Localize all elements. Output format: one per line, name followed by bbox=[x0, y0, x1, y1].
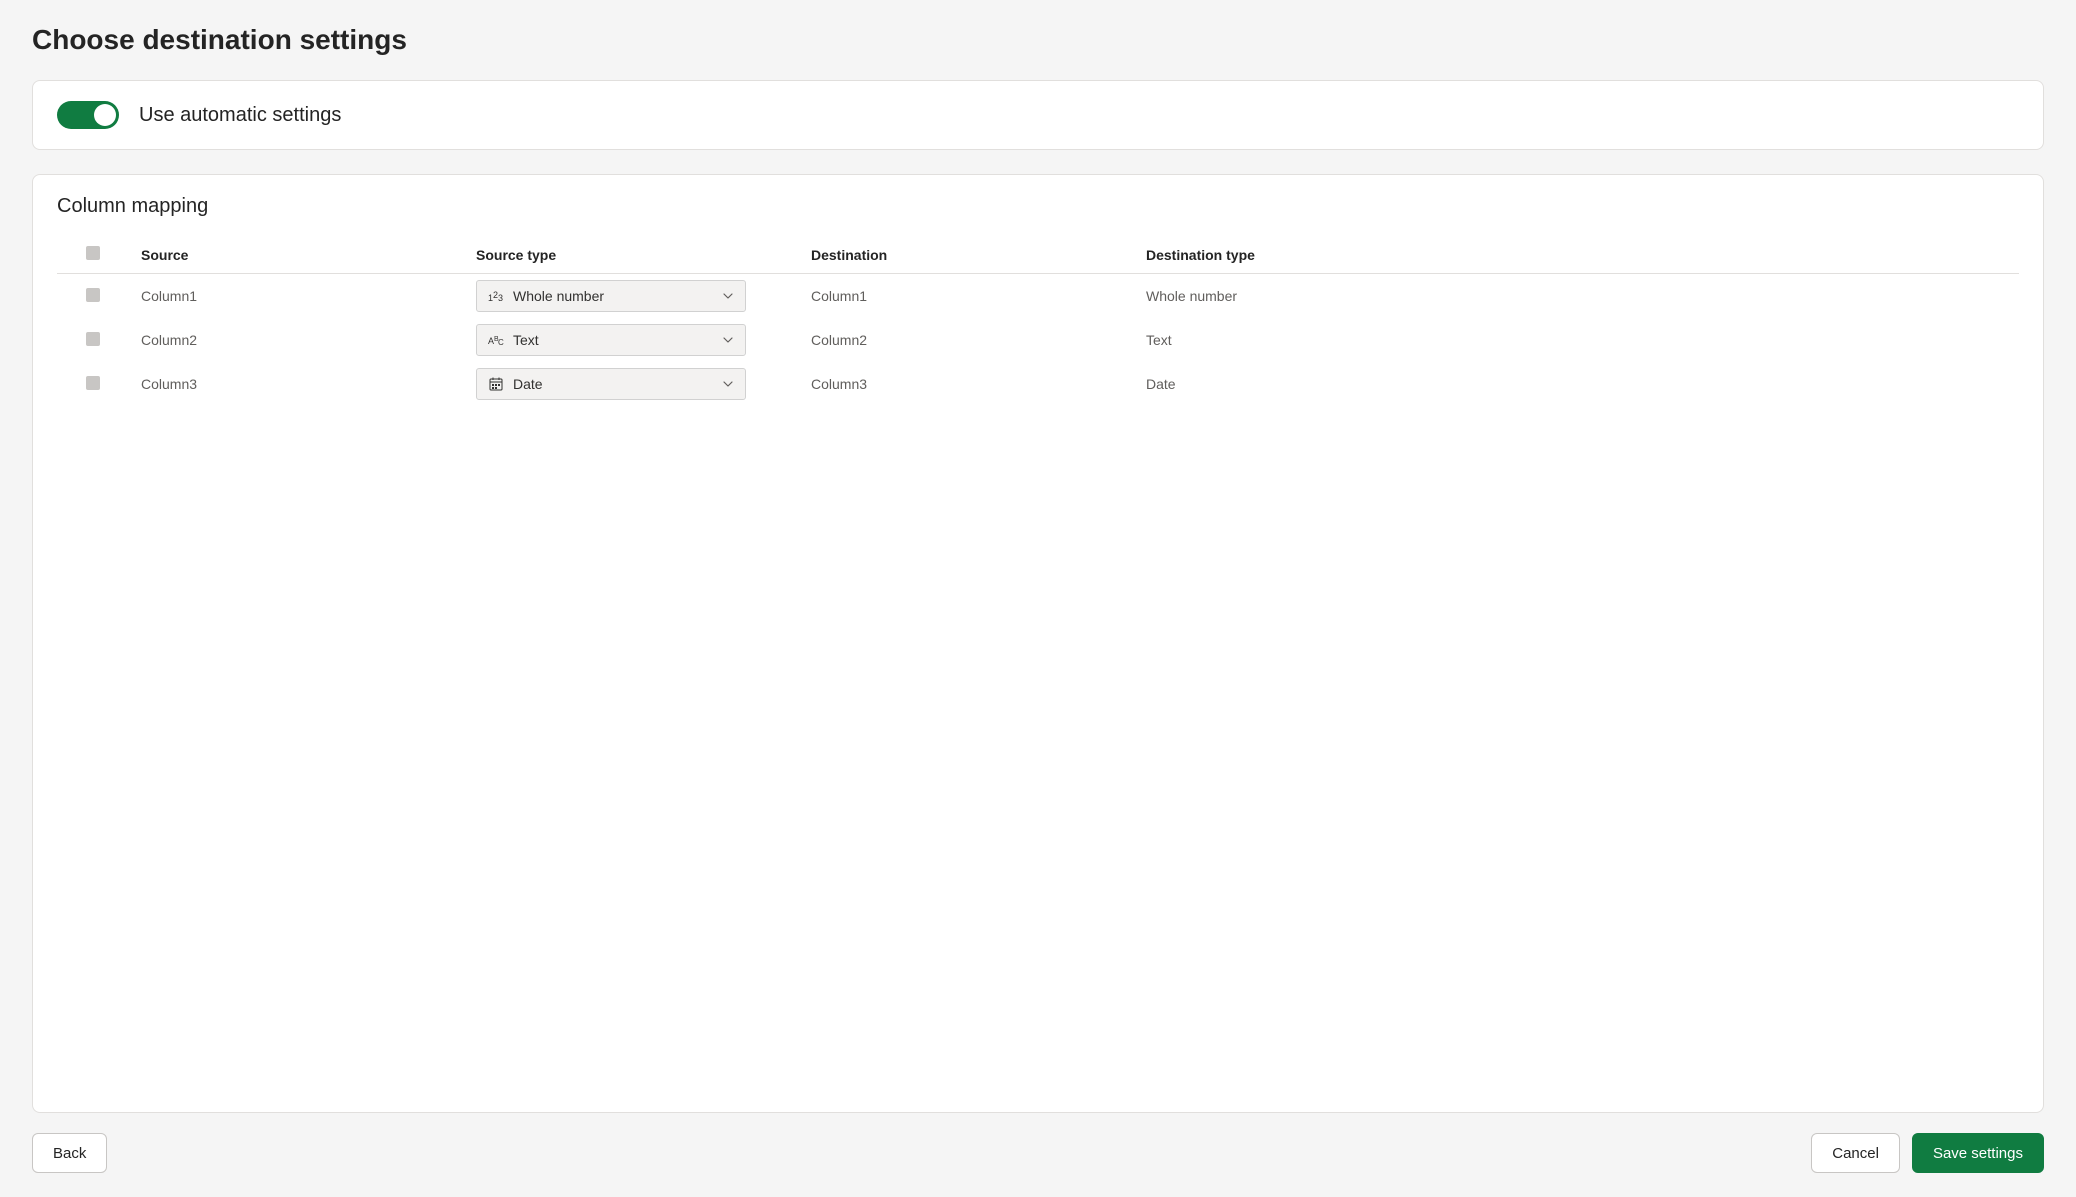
source-cell: Column2 bbox=[129, 318, 464, 362]
chevron-down-icon bbox=[721, 289, 735, 303]
source-type-label: Date bbox=[513, 376, 713, 392]
chevron-down-icon bbox=[721, 333, 735, 347]
table-row: Column2 A B C Text bbox=[57, 318, 2019, 362]
number-icon: 1 2 3 bbox=[487, 287, 505, 305]
destination-type-cell: Whole number bbox=[1134, 274, 2019, 319]
row-checkbox[interactable] bbox=[86, 376, 100, 390]
chevron-down-icon bbox=[721, 377, 735, 391]
select-all-checkbox[interactable] bbox=[86, 246, 100, 260]
row-checkbox[interactable] bbox=[86, 332, 100, 346]
footer-bar: Back Cancel Save settings bbox=[32, 1133, 2044, 1173]
destination-type-cell: Text bbox=[1134, 318, 2019, 362]
table-row: Column3 bbox=[57, 362, 2019, 406]
page-title: Choose destination settings bbox=[32, 24, 2044, 56]
column-mapping-card: Column mapping Source Source type Destin… bbox=[32, 174, 2044, 1113]
destination-cell: Column3 bbox=[799, 362, 1134, 406]
header-checkbox-cell bbox=[57, 236, 129, 274]
column-mapping-table: Source Source type Destination Destinati… bbox=[57, 236, 2019, 406]
svg-text:C: C bbox=[498, 338, 504, 347]
svg-text:3: 3 bbox=[498, 293, 503, 303]
destination-type-cell: Date bbox=[1134, 362, 2019, 406]
auto-settings-row: Use automatic settings bbox=[57, 101, 2019, 129]
header-source: Source bbox=[129, 236, 464, 274]
source-type-select[interactable]: 1 2 3 Whole number bbox=[476, 280, 746, 312]
table-header-row: Source Source type Destination Destinati… bbox=[57, 236, 2019, 274]
destination-cell: Column2 bbox=[799, 318, 1134, 362]
back-button[interactable]: Back bbox=[32, 1133, 107, 1173]
destination-cell: Column1 bbox=[799, 274, 1134, 319]
source-type-label: Whole number bbox=[513, 288, 713, 304]
column-mapping-table-wrap: Source Source type Destination Destinati… bbox=[57, 236, 2019, 1092]
calendar-icon bbox=[487, 375, 505, 393]
table-row: Column1 1 2 3 Whole number bbox=[57, 274, 2019, 319]
auto-settings-toggle[interactable] bbox=[57, 101, 119, 129]
auto-settings-label: Use automatic settings bbox=[139, 104, 341, 127]
source-type-select[interactable]: A B C Text bbox=[476, 324, 746, 356]
toggle-knob bbox=[94, 104, 116, 126]
header-destination-type: Destination type bbox=[1134, 236, 2019, 274]
source-type-label: Text bbox=[513, 332, 713, 348]
auto-settings-card: Use automatic settings bbox=[32, 80, 2044, 150]
source-type-select[interactable]: Date bbox=[476, 368, 746, 400]
text-icon: A B C bbox=[487, 331, 505, 349]
header-destination: Destination bbox=[799, 236, 1134, 274]
column-mapping-title: Column mapping bbox=[57, 195, 2019, 218]
cancel-button[interactable]: Cancel bbox=[1811, 1133, 1900, 1173]
row-checkbox[interactable] bbox=[86, 288, 100, 302]
source-cell: Column1 bbox=[129, 274, 464, 319]
source-cell: Column3 bbox=[129, 362, 464, 406]
save-settings-button[interactable]: Save settings bbox=[1912, 1133, 2044, 1173]
header-source-type: Source type bbox=[464, 236, 799, 274]
